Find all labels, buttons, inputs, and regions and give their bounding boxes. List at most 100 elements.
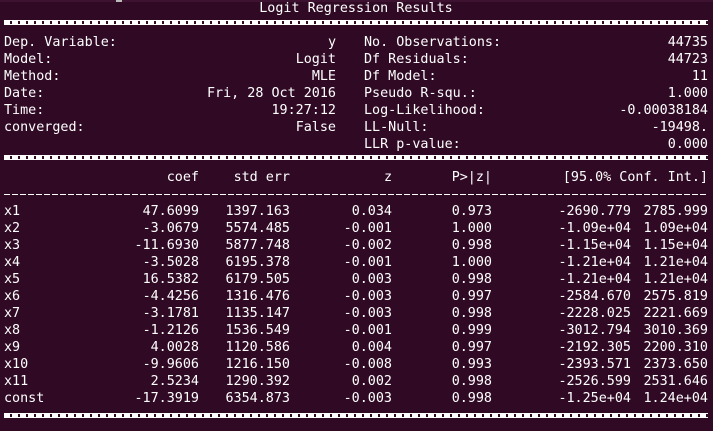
results-title: Logit Regression Results xyxy=(259,1,453,16)
std-err-value: 1216.150 xyxy=(225,357,291,372)
conf-low-value: -2690.779 xyxy=(558,204,631,219)
coef-value: -3.5028 xyxy=(142,255,199,270)
table-row: x7 -3.1781 1135.147 -0.003 0.998 -2228.025 222… xyxy=(4,306,708,322)
conf-low-value: -2526.599 xyxy=(558,374,631,389)
table-row: x5 16.5382 6179.505 0.003 0.998 -1.21e+04 1.21… xyxy=(4,272,708,288)
coef-row-name: x4 xyxy=(4,255,21,270)
std-err-value: 6195.378 xyxy=(225,255,291,270)
z-value: -0.008 xyxy=(343,357,392,372)
p-value: 0.998 xyxy=(451,272,492,287)
std-err-value: 1536.549 xyxy=(225,323,291,338)
coef-value: -3.0679 xyxy=(142,221,199,236)
conf-high-value: 2221.669 xyxy=(643,306,709,321)
conf-high-value: 2200.310 xyxy=(643,340,709,355)
conf-high-value: 2575.819 xyxy=(643,289,709,304)
conf-high-value: 3010.369 xyxy=(643,323,709,338)
header-p: P>|z| xyxy=(451,170,492,185)
header-conf-int: [95.0% Conf. Int.] xyxy=(562,170,708,185)
coef-value: -1.2126 xyxy=(142,323,199,338)
info-row: Dep. Variable: y No. Observations: 44735 xyxy=(4,35,708,51)
table-row: x6 -4.4256 1316.476 -0.003 0.997 -2584.670 257… xyxy=(4,289,708,305)
info-left-value: False xyxy=(295,120,336,135)
info-left-value: Fri, 28 Oct 2016 xyxy=(207,86,336,101)
conf-low-value: -2584.670 xyxy=(558,289,631,304)
info-right-value: -19498. xyxy=(651,120,708,135)
conf-low-value: -1.25e+04 xyxy=(558,391,631,406)
std-err-value: 1120.586 xyxy=(225,340,291,355)
coef-value: -4.4256 xyxy=(142,289,199,304)
p-value: 0.998 xyxy=(451,374,492,389)
conf-high-value: 1.24e+04 xyxy=(643,391,709,406)
table-row: x1 47.6099 1397.163 0.034 0.973 -2690.779 2785… xyxy=(4,204,708,220)
z-value: -0.002 xyxy=(343,238,392,253)
coef-row-name: x6 xyxy=(4,289,21,304)
info-row: Date: Fri, 28 Oct 2016 Pseudo R-squ.: 1.000 xyxy=(4,86,708,102)
table-row: const -17.3919 6354.873 -0.003 0.998 -1.25e+0… xyxy=(4,391,708,407)
z-value: -0.003 xyxy=(343,306,392,321)
conf-low-value: -1.21e+04 xyxy=(558,272,631,287)
z-value: 0.002 xyxy=(351,374,392,389)
conf-high-value: 1.09e+04 xyxy=(643,221,709,236)
conf-high-value: 2373.650 xyxy=(643,357,709,372)
coef-value: -17.3919 xyxy=(134,391,200,406)
info-left-value: MLE xyxy=(311,69,336,84)
p-value: 0.999 xyxy=(451,323,492,338)
header-dashed-rule xyxy=(4,194,708,195)
coef-row-name: x11 xyxy=(4,374,29,389)
coef-header-row: coef std err z P>|z| [95.0% Conf. Int.] xyxy=(4,170,708,186)
info-right-value: 1.000 xyxy=(667,86,708,101)
info-right-value: 0.000 xyxy=(667,137,708,152)
p-value: 1.000 xyxy=(451,255,492,270)
coef-value: 47.6099 xyxy=(142,204,199,219)
z-value: -0.001 xyxy=(343,221,392,236)
z-value: -0.001 xyxy=(343,255,392,270)
info-row: Method: MLE Df Model: 11 xyxy=(4,69,708,85)
z-value: -0.003 xyxy=(343,289,392,304)
std-err-value: 6354.873 xyxy=(225,391,291,406)
std-err-value: 1316.476 xyxy=(225,289,291,304)
conf-high-value: 2531.646 xyxy=(643,374,709,389)
coef-value: -3.1781 xyxy=(142,306,199,321)
coef-row-name: const xyxy=(4,391,45,406)
header-std-err: std err xyxy=(233,170,290,185)
p-value: 0.998 xyxy=(451,238,492,253)
std-err-value: 5877.748 xyxy=(225,238,291,253)
info-right-value: 11 xyxy=(691,69,708,84)
conf-low-value: -2192.305 xyxy=(558,340,631,355)
p-value: 0.997 xyxy=(451,289,492,304)
info-double-rule xyxy=(4,155,708,160)
z-value: 0.004 xyxy=(351,340,392,355)
coef-value: -11.6930 xyxy=(134,238,200,253)
conf-low-value: -1.21e+04 xyxy=(558,255,631,270)
p-value: 0.993 xyxy=(451,357,492,372)
coef-value: 2.5234 xyxy=(150,374,199,389)
info-right-value: -0.00038184 xyxy=(619,103,708,118)
z-value: 0.003 xyxy=(351,272,392,287)
table-row: x9 4.0028 1120.586 0.004 0.997 -2192.305 2200.… xyxy=(4,340,708,356)
p-value: 0.973 xyxy=(451,204,492,219)
coef-row-name: x1 xyxy=(4,204,21,219)
conf-high-value: 2785.999 xyxy=(643,204,709,219)
conf-low-value: -1.09e+04 xyxy=(558,221,631,236)
info-row: LLR p-value: 0.000 xyxy=(4,137,708,153)
terminal-window[interactable]: Logit Regression Results Dep. Variable: y… xyxy=(0,0,713,431)
std-err-value: 1135.147 xyxy=(225,306,291,321)
conf-low-value: -2393.571 xyxy=(558,357,631,372)
conf-low-value: -3012.794 xyxy=(558,323,631,338)
coef-value: -9.9606 xyxy=(142,357,199,372)
top-double-rule xyxy=(4,20,708,25)
conf-high-value: 1.21e+04 xyxy=(643,255,709,270)
conf-high-value: 1.15e+04 xyxy=(643,238,709,253)
coef-row-name: x5 xyxy=(4,272,21,287)
coef-row-name: x2 xyxy=(4,221,21,236)
coef-value: 4.0028 xyxy=(150,340,199,355)
coef-value: 16.5382 xyxy=(142,272,199,287)
table-row: x10 -9.9606 1216.150 -0.008 0.993 -2393.571 23… xyxy=(4,357,708,373)
header-z: z xyxy=(383,170,392,185)
coef-row-name: x7 xyxy=(4,306,21,321)
z-value: -0.001 xyxy=(343,323,392,338)
p-value: 0.997 xyxy=(451,340,492,355)
z-value: 0.034 xyxy=(351,204,392,219)
info-row: converged: False LL-Null: -19498. xyxy=(4,120,708,136)
info-left-value: y xyxy=(327,35,336,50)
